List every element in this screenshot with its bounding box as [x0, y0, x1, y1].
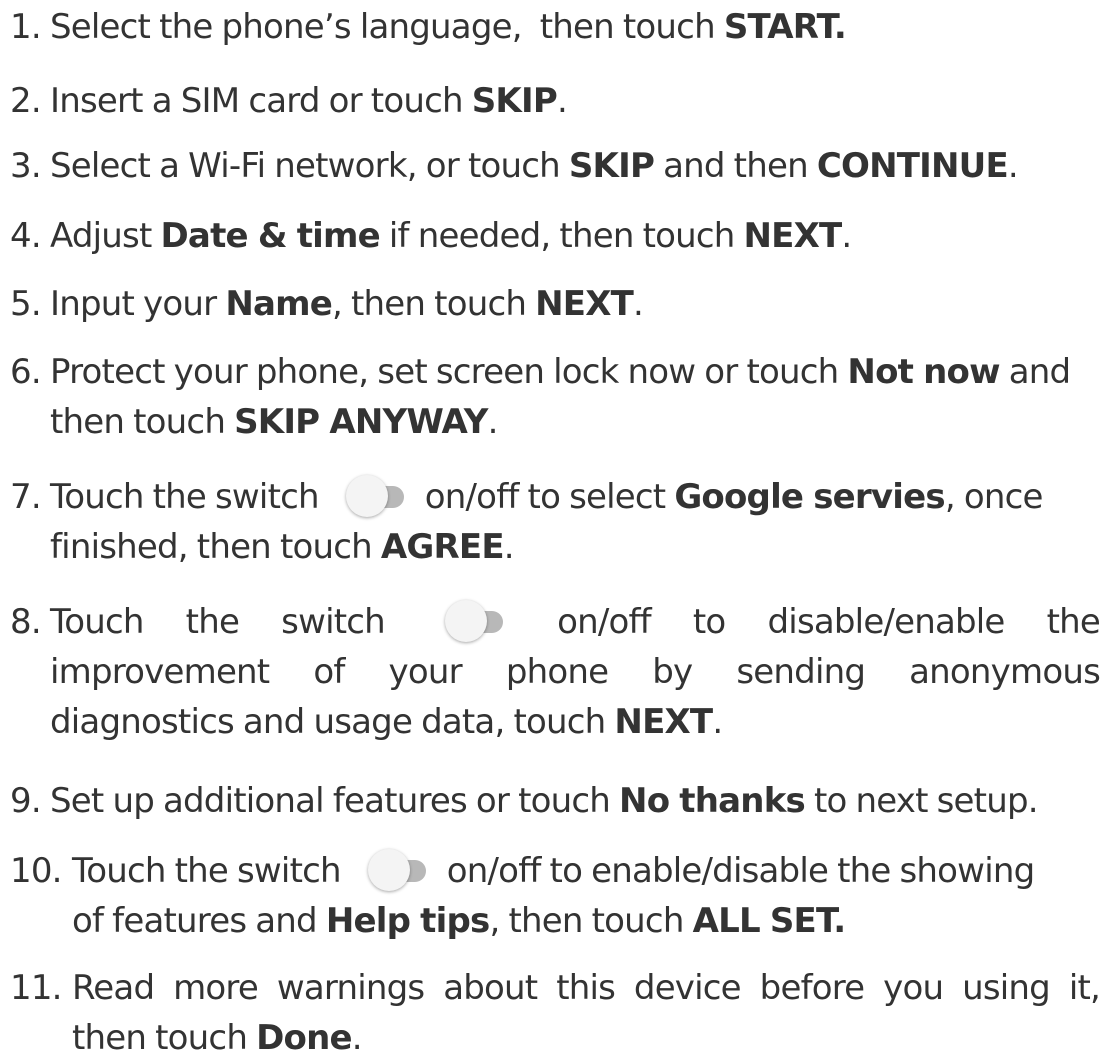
step-text: Insert a SIM card or touch SKIP. [50, 76, 1100, 126]
step-action-label: Done [256, 1018, 352, 1058]
step-word: it, [1068, 968, 1101, 1008]
step-action-label: Name [225, 284, 332, 324]
step-action-label: SKIP ANYWAY [234, 402, 488, 442]
step-word: switch [281, 602, 386, 642]
step-action-label: AGREE [380, 527, 505, 567]
step-text-segment: . [503, 527, 515, 567]
step-number: 6. [10, 352, 42, 392]
step-word: by [652, 652, 693, 692]
step-number: 7. [10, 477, 42, 517]
step-action-label: CONTINUE [816, 146, 1009, 186]
step-text: Adjust Date & time if needed, then touch… [50, 211, 1100, 261]
step-text-segment: on/off to select [424, 477, 675, 517]
toggle-switch-off-icon [431, 599, 511, 643]
step-word: anonymous [909, 652, 1101, 692]
step-text-segment: then touch [50, 402, 235, 442]
step-text-segment: then touch [72, 1018, 257, 1058]
step-word: device [633, 968, 742, 1008]
step-word: Touch [50, 602, 144, 642]
step-action-label: NEXT [614, 702, 713, 742]
step-number: 9. [10, 781, 42, 821]
step-action-label: Google servies [674, 477, 945, 517]
step-text-segment: . [1007, 146, 1019, 186]
step-word: on/off [557, 602, 652, 642]
step-word: the [185, 602, 240, 642]
step-word: more [173, 968, 259, 1008]
step-word: Read [72, 968, 155, 1008]
step-text-segment: . [841, 216, 852, 256]
step-number: 1. [10, 7, 42, 47]
step-text-segment: and then [654, 146, 817, 186]
step-text-segment: . [487, 402, 499, 442]
step-number: 3. [10, 146, 42, 186]
step-text-segment: , once [944, 477, 1044, 517]
step-number: 11. [10, 968, 62, 1008]
step-action-label: ALL SET. [692, 901, 847, 941]
toggle-switch-off-icon [332, 474, 412, 518]
step-text-segment: , then touch [332, 284, 536, 324]
step-word: about [443, 968, 538, 1008]
step-word: your [388, 652, 463, 692]
step-word: phone [505, 652, 609, 692]
step-word: of [313, 652, 345, 692]
step-number: 10. [10, 851, 62, 891]
step-text-segment: finished, then touch [50, 527, 381, 567]
step-text: Touch the switch on/off to disable/enabl… [50, 597, 1101, 747]
step-text-segment: diagnostics and usage data, touch [50, 702, 615, 742]
step-text-segment: . [633, 284, 644, 324]
toggle-switch-off-icon [354, 848, 434, 892]
step-action-label: Date & time [160, 216, 381, 256]
step-word: you [883, 968, 944, 1008]
step-text: Select a Wi-Fi network, or touch SKIP an… [50, 141, 1100, 191]
step-text-segment: Set up additional features or touch [50, 781, 620, 821]
step-text-segment: Input your [50, 284, 226, 324]
step-number: 5. [10, 284, 42, 324]
step-text-segment: on/off to enable/disable the showing [446, 851, 1035, 891]
step-text-segment: to next setup. [804, 781, 1039, 821]
step-text-segment: . [351, 1018, 363, 1058]
step-text: Protect your phone, set screen lock now … [50, 347, 1100, 447]
step-text-segment: , then touch [489, 901, 693, 941]
step-word: improvement [50, 652, 270, 692]
step-action-label: NEXT [743, 216, 843, 256]
step-text: Touch the switch on/off to enable/disabl… [72, 846, 1100, 946]
step-number: 2. [10, 81, 42, 121]
step-word: warnings [276, 968, 425, 1008]
step-word: the [1046, 602, 1101, 642]
step-word: this [556, 968, 616, 1008]
step-text: Set up additional features or touch No t… [50, 776, 1100, 826]
step-action-label: Help tips [325, 901, 490, 941]
step-text-segment: Select a Wi-Fi network, or touch [50, 146, 569, 186]
step-text-segment: . [712, 702, 723, 742]
step-text: Touch the switch on/off to select Google… [50, 472, 1100, 572]
step-number: 4. [10, 216, 42, 256]
step-word: to [692, 602, 726, 642]
step-text-segment: Touch the switch [50, 477, 320, 517]
step-action-label: START. [723, 7, 847, 47]
step-text-segment: . [556, 81, 568, 121]
step-text: Read more warnings about this device bef… [72, 963, 1101, 1063]
step-action-label: NEXT [535, 284, 634, 324]
step-action-label: Not now [847, 352, 1000, 392]
step-text-segment: and [999, 352, 1071, 392]
step-text-segment: if needed, then touch [379, 216, 744, 256]
step-word: sending [736, 652, 866, 692]
step-text-segment: Adjust [50, 216, 161, 256]
step-action-label: SKIP [471, 81, 558, 121]
step-word: before [759, 968, 865, 1008]
step-text-segment: Protect your phone, set screen lock now … [50, 352, 848, 392]
step-number: 8. [10, 602, 42, 642]
step-text-segment: Select the phone’s language, then touch [50, 7, 724, 47]
step-action-label: SKIP [568, 146, 655, 186]
step-text: Select the phone’s language, then touch … [50, 2, 1100, 52]
step-text: Input your Name, then touch NEXT. [50, 279, 1100, 329]
step-text-segment: Touch the switch [72, 851, 342, 891]
step-word: disable/enable [767, 602, 1006, 642]
step-text-segment: Insert a SIM card or touch [50, 81, 472, 121]
step-word: using [962, 968, 1051, 1008]
step-action-label: No thanks [619, 781, 806, 821]
step-text-segment: of features and [72, 901, 326, 941]
